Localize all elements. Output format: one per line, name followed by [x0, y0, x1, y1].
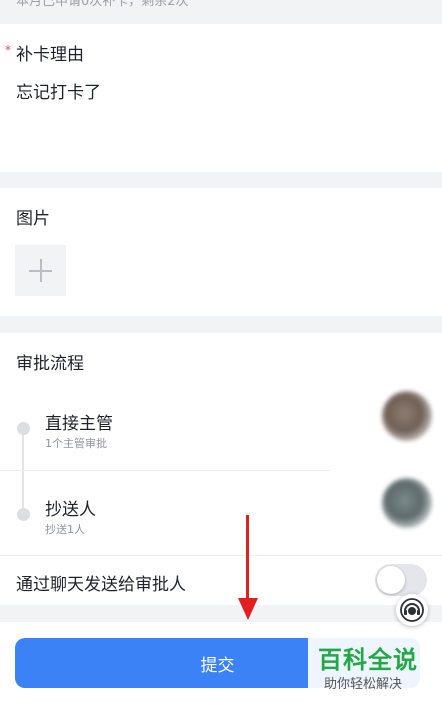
watermark-logo: 百科全说 助你轻松解决	[308, 636, 442, 701]
step-title: 直接主管	[45, 414, 113, 433]
timeline-dot	[17, 422, 30, 435]
send-via-chat-label: 通过聊天发送给审批人	[16, 575, 186, 594]
approver-step-cc[interactable]: 抄送人 抄送1人	[0, 481, 330, 551]
approver-step-direct-manager[interactable]: 直接主管 1个主管审批	[0, 395, 330, 465]
reason-section: * 补卡理由 忘记打卡了	[0, 24, 442, 172]
step-divider	[0, 470, 330, 471]
headset-icon	[400, 598, 424, 622]
image-section: 图片	[0, 188, 442, 316]
send-via-chat-toggle[interactable]	[375, 564, 427, 596]
quota-hint-strip: 本月已申请0次补卡，剩余2次	[0, 0, 442, 24]
watermark-main-text: 百科全说	[318, 646, 418, 674]
annotation-arrow-head	[238, 598, 258, 620]
customer-service-icon[interactable]	[396, 594, 428, 626]
reason-input[interactable]: 忘记打卡了	[16, 78, 101, 103]
image-label: 图片	[16, 209, 50, 228]
step-subtitle: 抄送1人	[45, 523, 85, 536]
approval-flow-label: 审批流程	[16, 354, 84, 373]
quota-hint-text: 本月已申请0次补卡，剩余2次	[16, 0, 189, 9]
watermark-sub-text: 助你轻松解决	[324, 677, 403, 692]
step-title: 抄送人	[45, 500, 96, 519]
toggle-knob	[377, 566, 405, 594]
divider	[0, 555, 442, 556]
timeline-dot	[17, 508, 30, 521]
approval-flow-section: 审批流程 直接主管 1个主管审批 抄送人 抄送1人 通过聊天发送给审批人	[0, 333, 442, 605]
annotation-arrow	[246, 515, 249, 600]
cc-avatar[interactable]	[382, 478, 432, 528]
manager-avatar[interactable]	[382, 391, 432, 441]
required-mark: *	[5, 43, 11, 57]
add-image-button[interactable]	[15, 245, 66, 296]
reason-label: 补卡理由	[16, 45, 84, 64]
step-subtitle: 1个主管审批	[45, 437, 107, 450]
